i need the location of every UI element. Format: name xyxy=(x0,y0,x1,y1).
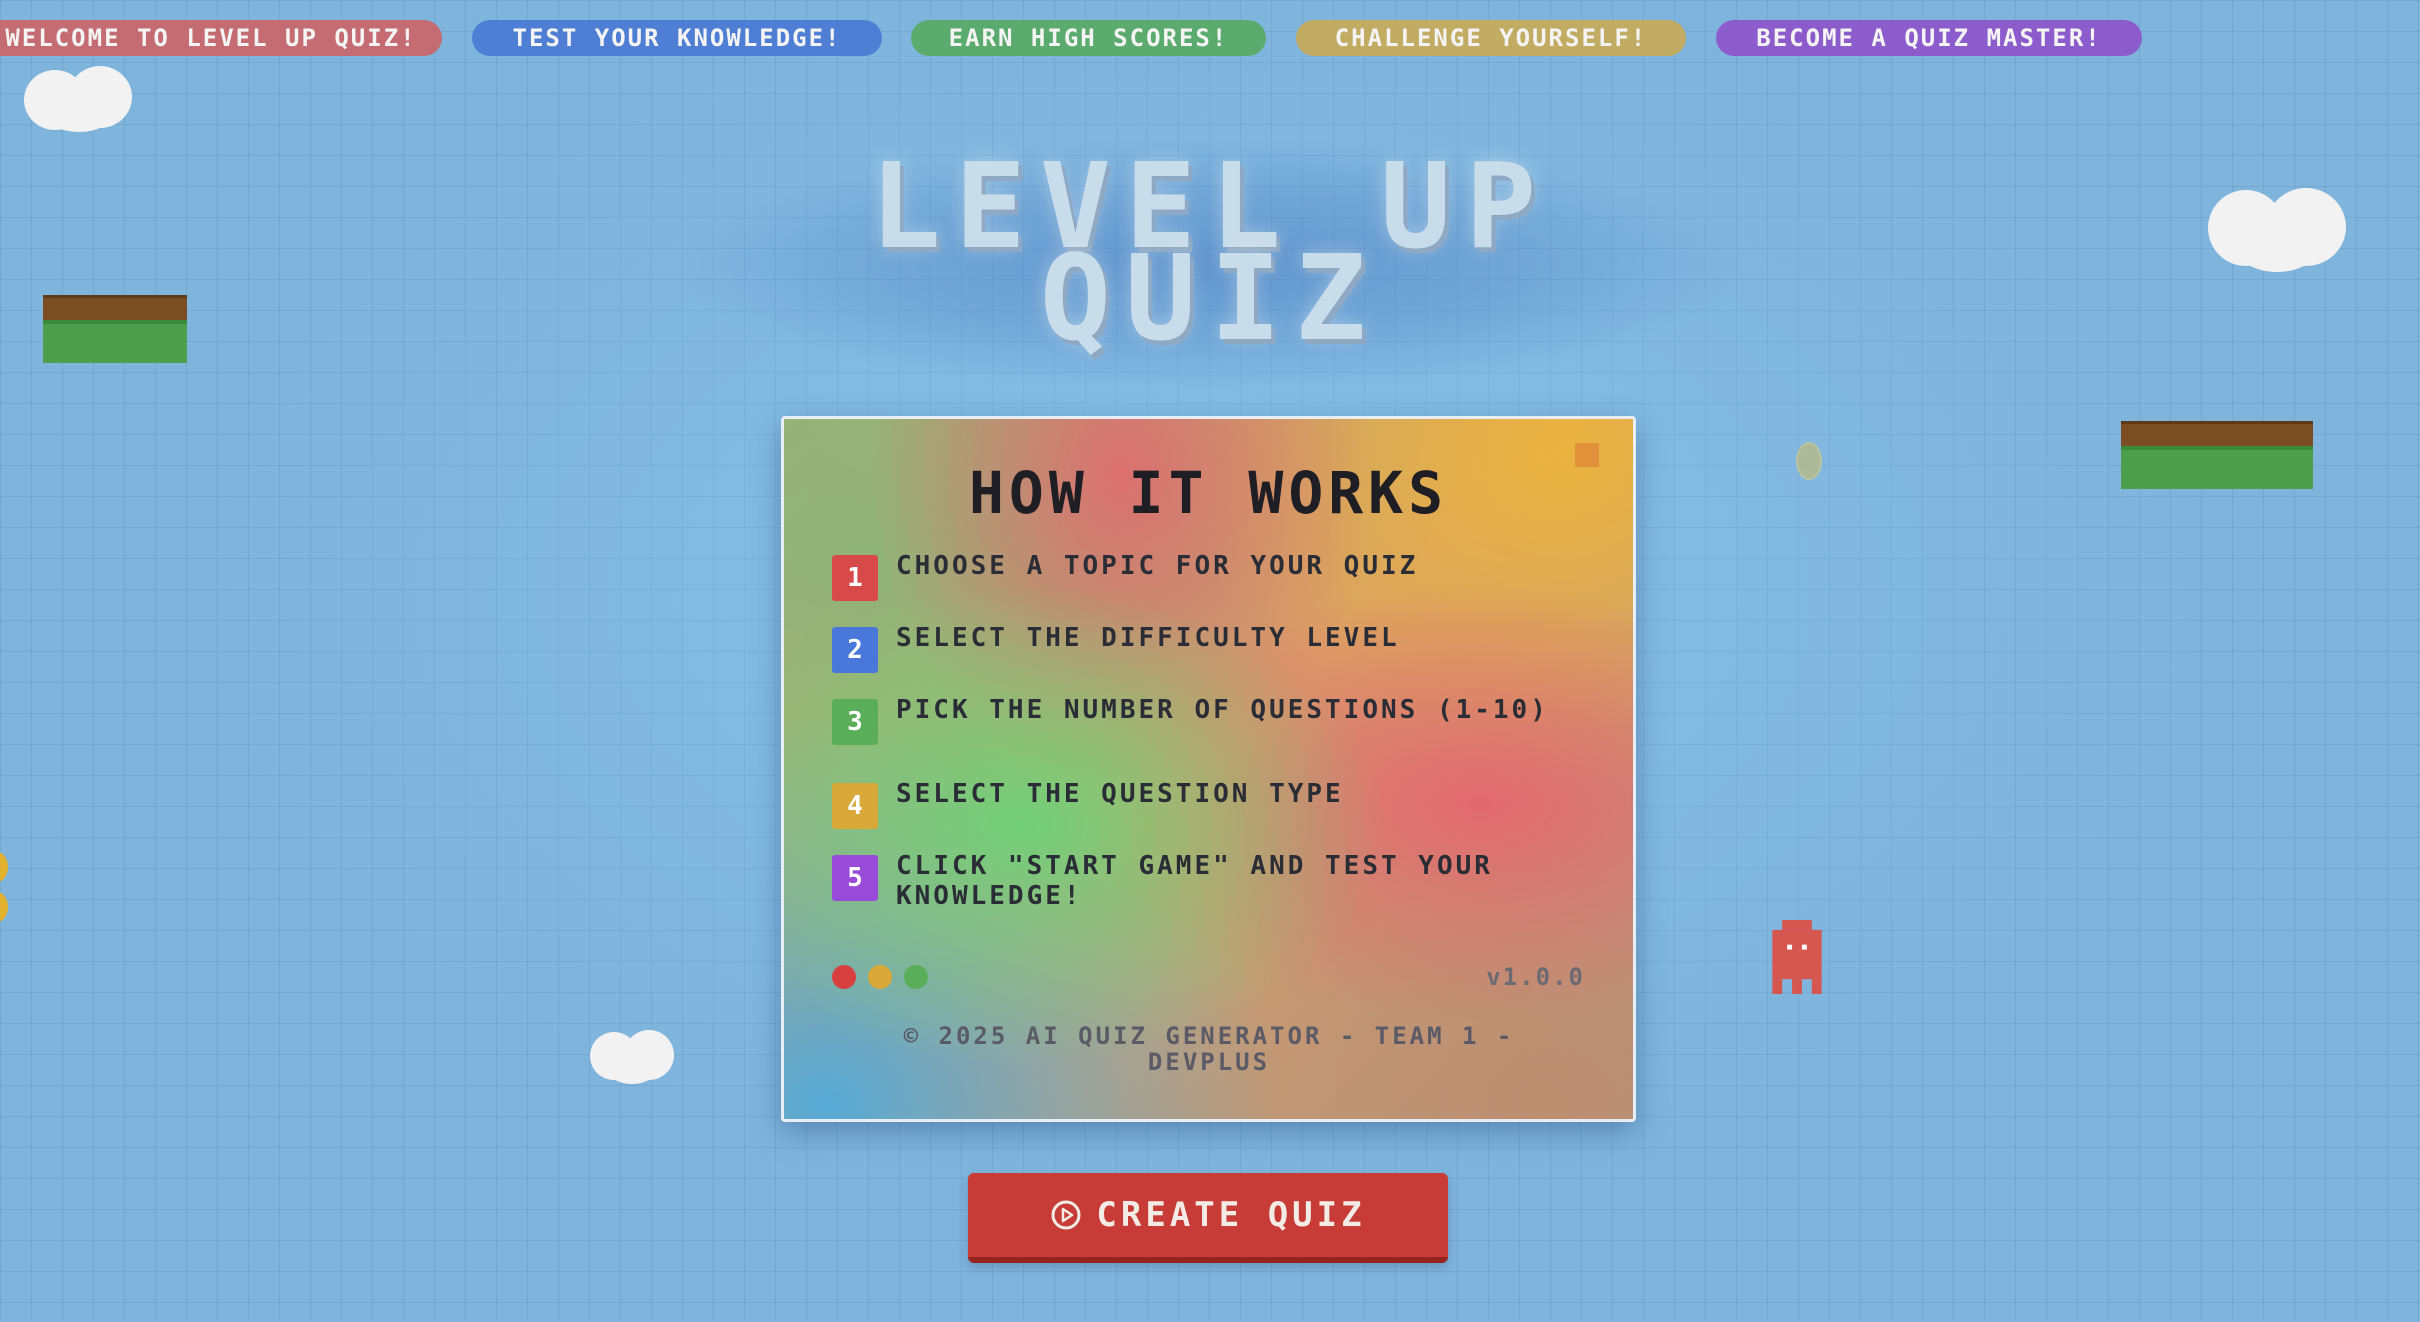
yellow-dot xyxy=(868,965,892,989)
steps-list: 1 CHOOSE A TOPIC FOR YOUR QUIZ 2 SELECT … xyxy=(832,551,1572,939)
step-text: CLICK "START GAME" AND TEST YOUR KNOWLED… xyxy=(896,851,1493,911)
copyright-text: © 2025 AI QUIZ GENERATOR - TEAM 1 - DEVP… xyxy=(903,1022,1515,1076)
step-text: CHOOSE A TOPIC FOR YOUR QUIZ xyxy=(896,551,1419,581)
pixel-ghost-icon xyxy=(1772,920,1822,994)
list-item: 4 SELECT THE QUESTION TYPE xyxy=(832,779,1572,855)
green-dot xyxy=(904,965,928,989)
cloud-decoration xyxy=(2208,186,2348,272)
ticker-item: TEST YOUR KNOWLEDGE! xyxy=(472,20,882,56)
page-title: LEVEL UP QUIZ xyxy=(700,147,1720,367)
step-number-badge: 1 xyxy=(832,555,878,601)
step-text: PICK THE NUMBER OF QUESTIONS (1-10) xyxy=(896,695,1549,725)
cloud-decoration xyxy=(590,1028,674,1084)
play-circle-icon xyxy=(1051,1200,1081,1230)
card-heading: HOW IT WORKS xyxy=(968,459,1449,527)
red-dot xyxy=(832,965,856,989)
list-item: 5 CLICK "START GAME" AND TEST YOUR KNOWL… xyxy=(832,851,1572,939)
coin-icon xyxy=(1796,442,1822,480)
cloud-decoration xyxy=(24,62,134,132)
list-item: 2 SELECT THE DIFFICULTY LEVEL xyxy=(832,623,1572,699)
step-text: SELECT THE QUESTION TYPE xyxy=(896,779,1344,809)
ticker-item: BECOME A QUIZ MASTER! xyxy=(1716,20,2142,56)
step-number-badge: 2 xyxy=(832,627,878,673)
title-line-2: QUIZ xyxy=(1039,229,1381,367)
create-quiz-button[interactable]: CREATE QUIZ xyxy=(968,1173,1448,1263)
grass-platform xyxy=(43,295,187,363)
coin-icon xyxy=(0,852,8,882)
list-item: 1 CHOOSE A TOPIC FOR YOUR QUIZ xyxy=(832,551,1572,627)
step-number-badge: 3 xyxy=(832,699,878,745)
step-text: SELECT THE DIFFICULTY LEVEL xyxy=(896,623,1400,653)
ticker-item: CHALLENGE YOURSELF! xyxy=(1296,20,1686,56)
how-it-works-card: HOW IT WORKS 1 CHOOSE A TOPIC FOR YOUR Q… xyxy=(781,416,1636,1122)
create-quiz-label: CREATE QUIZ xyxy=(1096,1195,1366,1235)
step-number-badge: 4 xyxy=(832,783,878,829)
list-item: 3 PICK THE NUMBER OF QUESTIONS (1-10) xyxy=(832,695,1572,783)
version-label: v1.0.0 xyxy=(1486,963,1585,991)
step-number-badge: 5 xyxy=(832,855,878,901)
news-ticker: WELCOME TO LEVEL UP QUIZ! TEST YOUR KNOW… xyxy=(0,20,2420,60)
ticker-item: EARN HIGH SCORES! xyxy=(911,20,1266,56)
coin-icon xyxy=(0,892,8,922)
grass-platform xyxy=(2121,421,2313,489)
ticker-item: WELCOME TO LEVEL UP QUIZ! xyxy=(0,20,442,56)
